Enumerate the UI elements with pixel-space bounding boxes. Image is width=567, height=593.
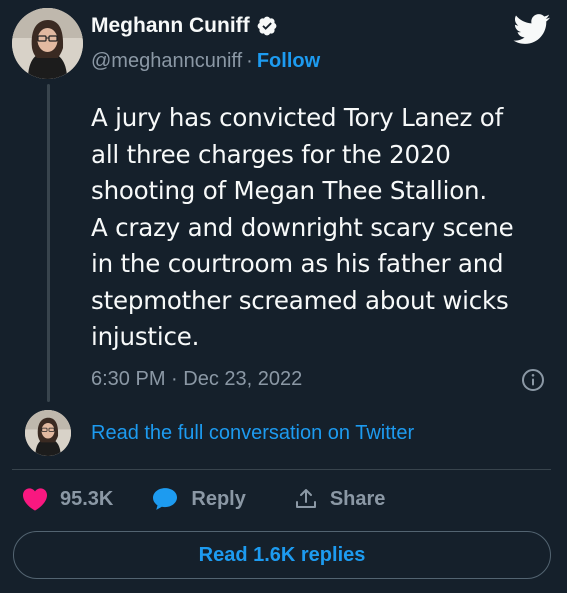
tweet-line: A crazy and downright scary scene xyxy=(91,212,514,242)
read-replies-button[interactable]: Read 1.6K replies xyxy=(13,531,551,579)
author-handle[interactable]: @meghanncuniff xyxy=(91,50,242,73)
reply-button[interactable]: Reply xyxy=(151,487,246,511)
tweet-line: in the courtroom as his father and xyxy=(91,249,504,278)
share-label: Share xyxy=(329,487,386,510)
verified-badge-icon xyxy=(256,15,278,37)
share-upload-icon xyxy=(294,487,318,511)
read-full-conversation-link[interactable]: Read the full conversation on Twitter xyxy=(91,422,414,445)
like-count: 95.3K xyxy=(60,487,114,510)
tweet-line: all three charges for the 2020 xyxy=(91,139,451,169)
tweet-line: A jury has convicted Tory Lanez of xyxy=(91,103,503,132)
reply-label: Reply xyxy=(191,487,246,510)
like-button[interactable]: 95.3K xyxy=(22,487,113,511)
info-icon[interactable] xyxy=(521,368,545,392)
divider xyxy=(12,469,551,470)
tweet-line: stepmother screamed about wicks xyxy=(91,285,509,315)
conversation-avatar[interactable] xyxy=(25,410,71,456)
tweet-actions: 95.3K Reply Share xyxy=(22,487,385,511)
tweet-timestamp[interactable]: 6:30 PM · Dec 23, 2022 xyxy=(91,368,302,391)
tweet-line: injustice. xyxy=(91,322,200,351)
author-name[interactable]: Meghann Cuniff xyxy=(91,14,250,38)
speech-bubble-icon xyxy=(151,487,179,511)
tweet-text: A jury has convicted Tory Lanez of all t… xyxy=(91,100,556,356)
follow-button[interactable]: Follow xyxy=(257,50,320,73)
author-name-row: Meghann Cuniff xyxy=(91,14,278,38)
author-avatar[interactable] xyxy=(12,8,83,79)
separator-dot: · xyxy=(246,50,253,72)
thread-line xyxy=(47,84,50,402)
tweet-line: shooting of Megan Thee Stallion. xyxy=(91,176,487,205)
twitter-bird-icon[interactable] xyxy=(513,14,551,45)
share-button[interactable]: Share xyxy=(294,487,386,511)
heart-icon xyxy=(22,487,48,511)
author-handle-row: @meghanncuniff · Follow xyxy=(91,50,320,73)
read-replies-label: Read 1.6K replies xyxy=(198,543,366,566)
